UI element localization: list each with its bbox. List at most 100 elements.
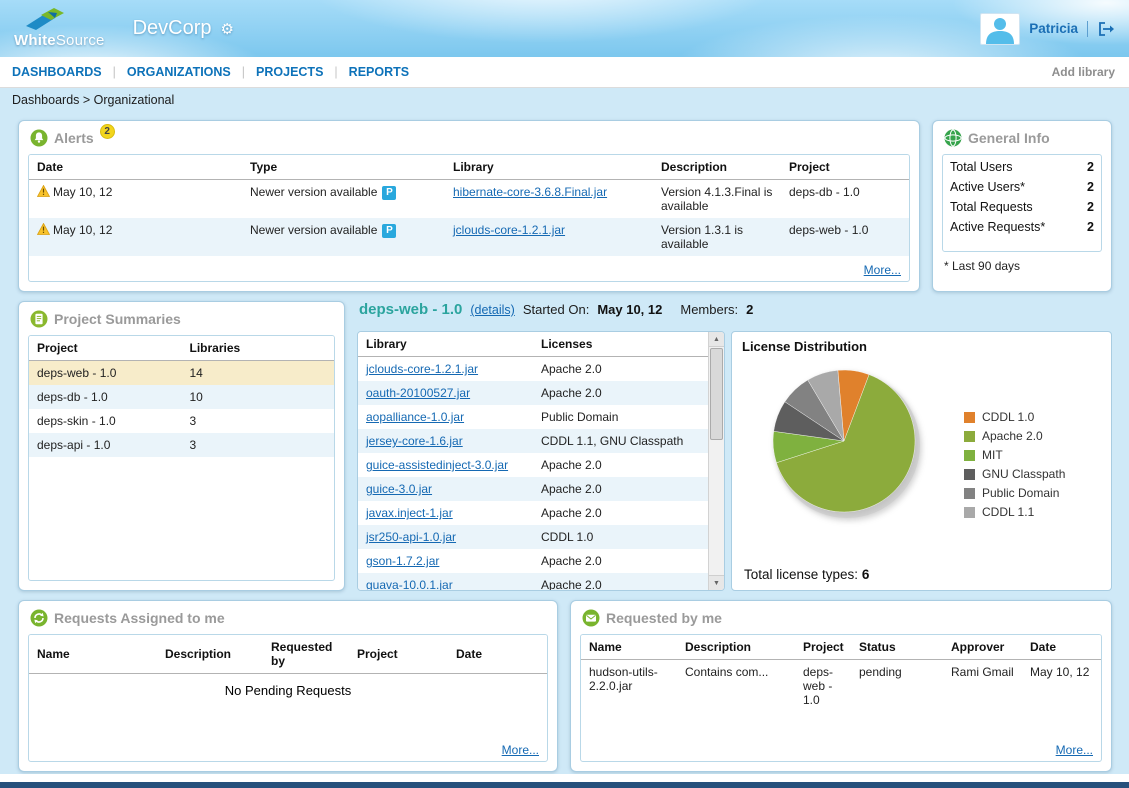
- project-detail-header: deps-web - 1.0 (details) Started On: May…: [359, 301, 1112, 323]
- project-summaries-title: Project Summaries: [54, 310, 181, 328]
- project-summaries-header: Project Summaries: [30, 310, 335, 330]
- legend-label: CDDL 1.1: [982, 505, 1034, 519]
- library-row: guava-10.0.1.jar Apache 2.0: [358, 573, 708, 590]
- library-link[interactable]: aopalliance-1.0.jar: [366, 410, 464, 424]
- requested-by-me-table: NameDescriptionProjectStatusApproverDate…: [581, 635, 1101, 712]
- alert-library-link[interactable]: hibernate-core-3.6.8.Final.jar: [453, 185, 607, 199]
- legend-swatch: [964, 469, 975, 480]
- breadcrumb[interactable]: Dashboards > Organizational: [0, 88, 1129, 112]
- footer-strip: [0, 774, 1129, 782]
- requested-by-me-box: NameDescriptionProjectStatusApproverDate…: [580, 634, 1102, 762]
- info-value: 2: [1087, 180, 1094, 194]
- project-row[interactable]: deps-skin - 1.0 3: [29, 409, 334, 433]
- requests-assigned-title: Requests Assigned to me: [54, 609, 225, 627]
- scrollbar-thumb[interactable]: [710, 348, 723, 440]
- license-total-label: Total license types:: [744, 567, 858, 582]
- add-library-button[interactable]: Add library: [1052, 65, 1115, 79]
- requests-assigned-more-link[interactable]: More...: [502, 743, 539, 757]
- info-value: 2: [1087, 160, 1094, 174]
- requested-by-me-body: hudson-utils-2.2.0.jar Contains com... d…: [581, 660, 1101, 713]
- project-row[interactable]: deps-api - 1.0 3: [29, 433, 334, 457]
- request-status: pending: [859, 665, 902, 679]
- nav-item[interactable]: PROJECTS: [231, 65, 324, 79]
- library-link[interactable]: guice-assistedinject-3.0.jar: [366, 458, 508, 472]
- whitesource-logo[interactable]: WhiteSource: [14, 8, 105, 49]
- main-nav: DASHBOARDSORGANIZATIONSPROJECTSREPORTS A…: [0, 57, 1129, 88]
- requests-assigned-box: NameDescriptionRequested byProjectDate N…: [28, 634, 548, 762]
- library-link[interactable]: jclouds-core-1.2.1.jar: [366, 362, 478, 376]
- library-link[interactable]: jsr250-api-1.0.jar: [366, 530, 456, 544]
- column-header: Date: [448, 635, 547, 674]
- library-row: javax.inject-1.jar Apache 2.0: [358, 501, 708, 525]
- project-name: deps-api - 1.0: [37, 438, 110, 452]
- project-detail-area: deps-web - 1.0 (details) Started On: May…: [357, 301, 1112, 591]
- logout-icon[interactable]: [1097, 20, 1115, 38]
- project-library-count: 10: [190, 390, 203, 404]
- scroll-down-icon[interactable]: ▼: [709, 575, 724, 590]
- warning-icon: [37, 185, 50, 200]
- legend-item: Apache 2.0: [964, 429, 1065, 443]
- request-row: hudson-utils-2.2.0.jar Contains com... d…: [581, 660, 1101, 713]
- column-header: Status: [851, 635, 943, 660]
- alerts-table-body: May 10, 12 Newer version availableP hibe…: [29, 180, 909, 257]
- nav-item[interactable]: REPORTS: [323, 65, 409, 79]
- requested-by-me-more-link[interactable]: More...: [1056, 743, 1093, 757]
- alerts-title: Alerts: [54, 129, 94, 147]
- policy-icon: P: [382, 186, 396, 200]
- nav-item[interactable]: DASHBOARDS: [12, 65, 102, 79]
- requested-by-me-header-row: NameDescriptionProjectStatusApproverDate: [581, 635, 1101, 660]
- project-row[interactable]: deps-web - 1.0 14: [29, 361, 334, 386]
- project-row[interactable]: deps-db - 1.0 10: [29, 385, 334, 409]
- scroll-up-icon[interactable]: ▲: [709, 332, 724, 347]
- license-distribution-box: License Distribution CDDL 1.0Apache 2.0M…: [731, 331, 1112, 591]
- selected-project-name: deps-web - 1.0: [359, 301, 462, 318]
- legend-item: MIT: [964, 448, 1065, 462]
- library-scrollbar[interactable]: ▲ ▼: [708, 332, 724, 590]
- alert-row: May 10, 12 Newer version availableP jclo…: [29, 218, 909, 256]
- envelope-icon: [582, 609, 600, 632]
- info-row: Active Users* 2: [943, 177, 1101, 197]
- library-link[interactable]: guice-3.0.jar: [366, 482, 432, 496]
- alert-library-link[interactable]: jclouds-core-1.2.1.jar: [453, 223, 565, 237]
- nav-item[interactable]: ORGANIZATIONS: [102, 65, 231, 79]
- legend-label: GNU Classpath: [982, 467, 1065, 481]
- logo-text-source: Source: [56, 32, 105, 49]
- column-header: Name: [581, 635, 677, 660]
- license-total: Total license types: 6: [744, 567, 869, 582]
- alert-date: May 10, 12: [53, 185, 234, 200]
- scrollbar-track[interactable]: [709, 347, 724, 575]
- library-row: oauth-20100527.jar Apache 2.0: [358, 381, 708, 405]
- request-approver: Rami Gmail: [951, 665, 1014, 679]
- column-header: Library: [445, 155, 653, 180]
- no-pending-requests-text: No Pending Requests: [29, 683, 547, 698]
- project-details-link[interactable]: (details): [470, 303, 514, 317]
- column-header: Library: [358, 332, 533, 357]
- license-legend: CDDL 1.0Apache 2.0MITGNU ClasspathPublic…: [964, 410, 1065, 532]
- library-link[interactable]: javax.inject-1.jar: [366, 506, 453, 520]
- library-scroll-area: LibraryLicenses jclouds-core-1.2.1.jar A…: [358, 332, 708, 590]
- alerts-more-link[interactable]: More...: [864, 263, 901, 277]
- library-table-body: jclouds-core-1.2.1.jar Apache 2.0 oauth-…: [358, 357, 708, 591]
- library-row: guice-assistedinject-3.0.jar Apache 2.0: [358, 453, 708, 477]
- library-table-box: LibraryLicenses jclouds-core-1.2.1.jar A…: [357, 331, 725, 591]
- members-label: Members:: [680, 302, 738, 317]
- library-link[interactable]: oauth-20100527.jar: [366, 386, 470, 400]
- library-link[interactable]: guava-10.0.1.jar: [366, 578, 453, 590]
- alert-row: May 10, 12 Newer version availableP hibe…: [29, 180, 909, 219]
- user-avatar[interactable]: [980, 13, 1020, 45]
- license-total-value: 6: [862, 567, 870, 582]
- request-name: hudson-utils-2.2.0.jar: [589, 665, 658, 693]
- info-label: Active Users*: [950, 180, 1025, 194]
- column-header: Licenses: [533, 332, 708, 357]
- legend-swatch: [964, 488, 975, 499]
- settings-gear-icon[interactable]: ⚙: [220, 20, 233, 38]
- license-distribution-title: License Distribution: [742, 339, 1101, 354]
- user-name-link[interactable]: Patricia: [1029, 21, 1078, 36]
- request-project: deps-web - 1.0: [803, 665, 833, 707]
- library-link[interactable]: jersey-core-1.6.jar: [366, 434, 463, 448]
- library-licenses: Apache 2.0: [541, 386, 602, 400]
- column-header: Project: [29, 336, 182, 361]
- project-library-count: 14: [190, 366, 203, 380]
- library-link[interactable]: gson-1.7.2.jar: [366, 554, 439, 568]
- column-header: Project: [795, 635, 851, 660]
